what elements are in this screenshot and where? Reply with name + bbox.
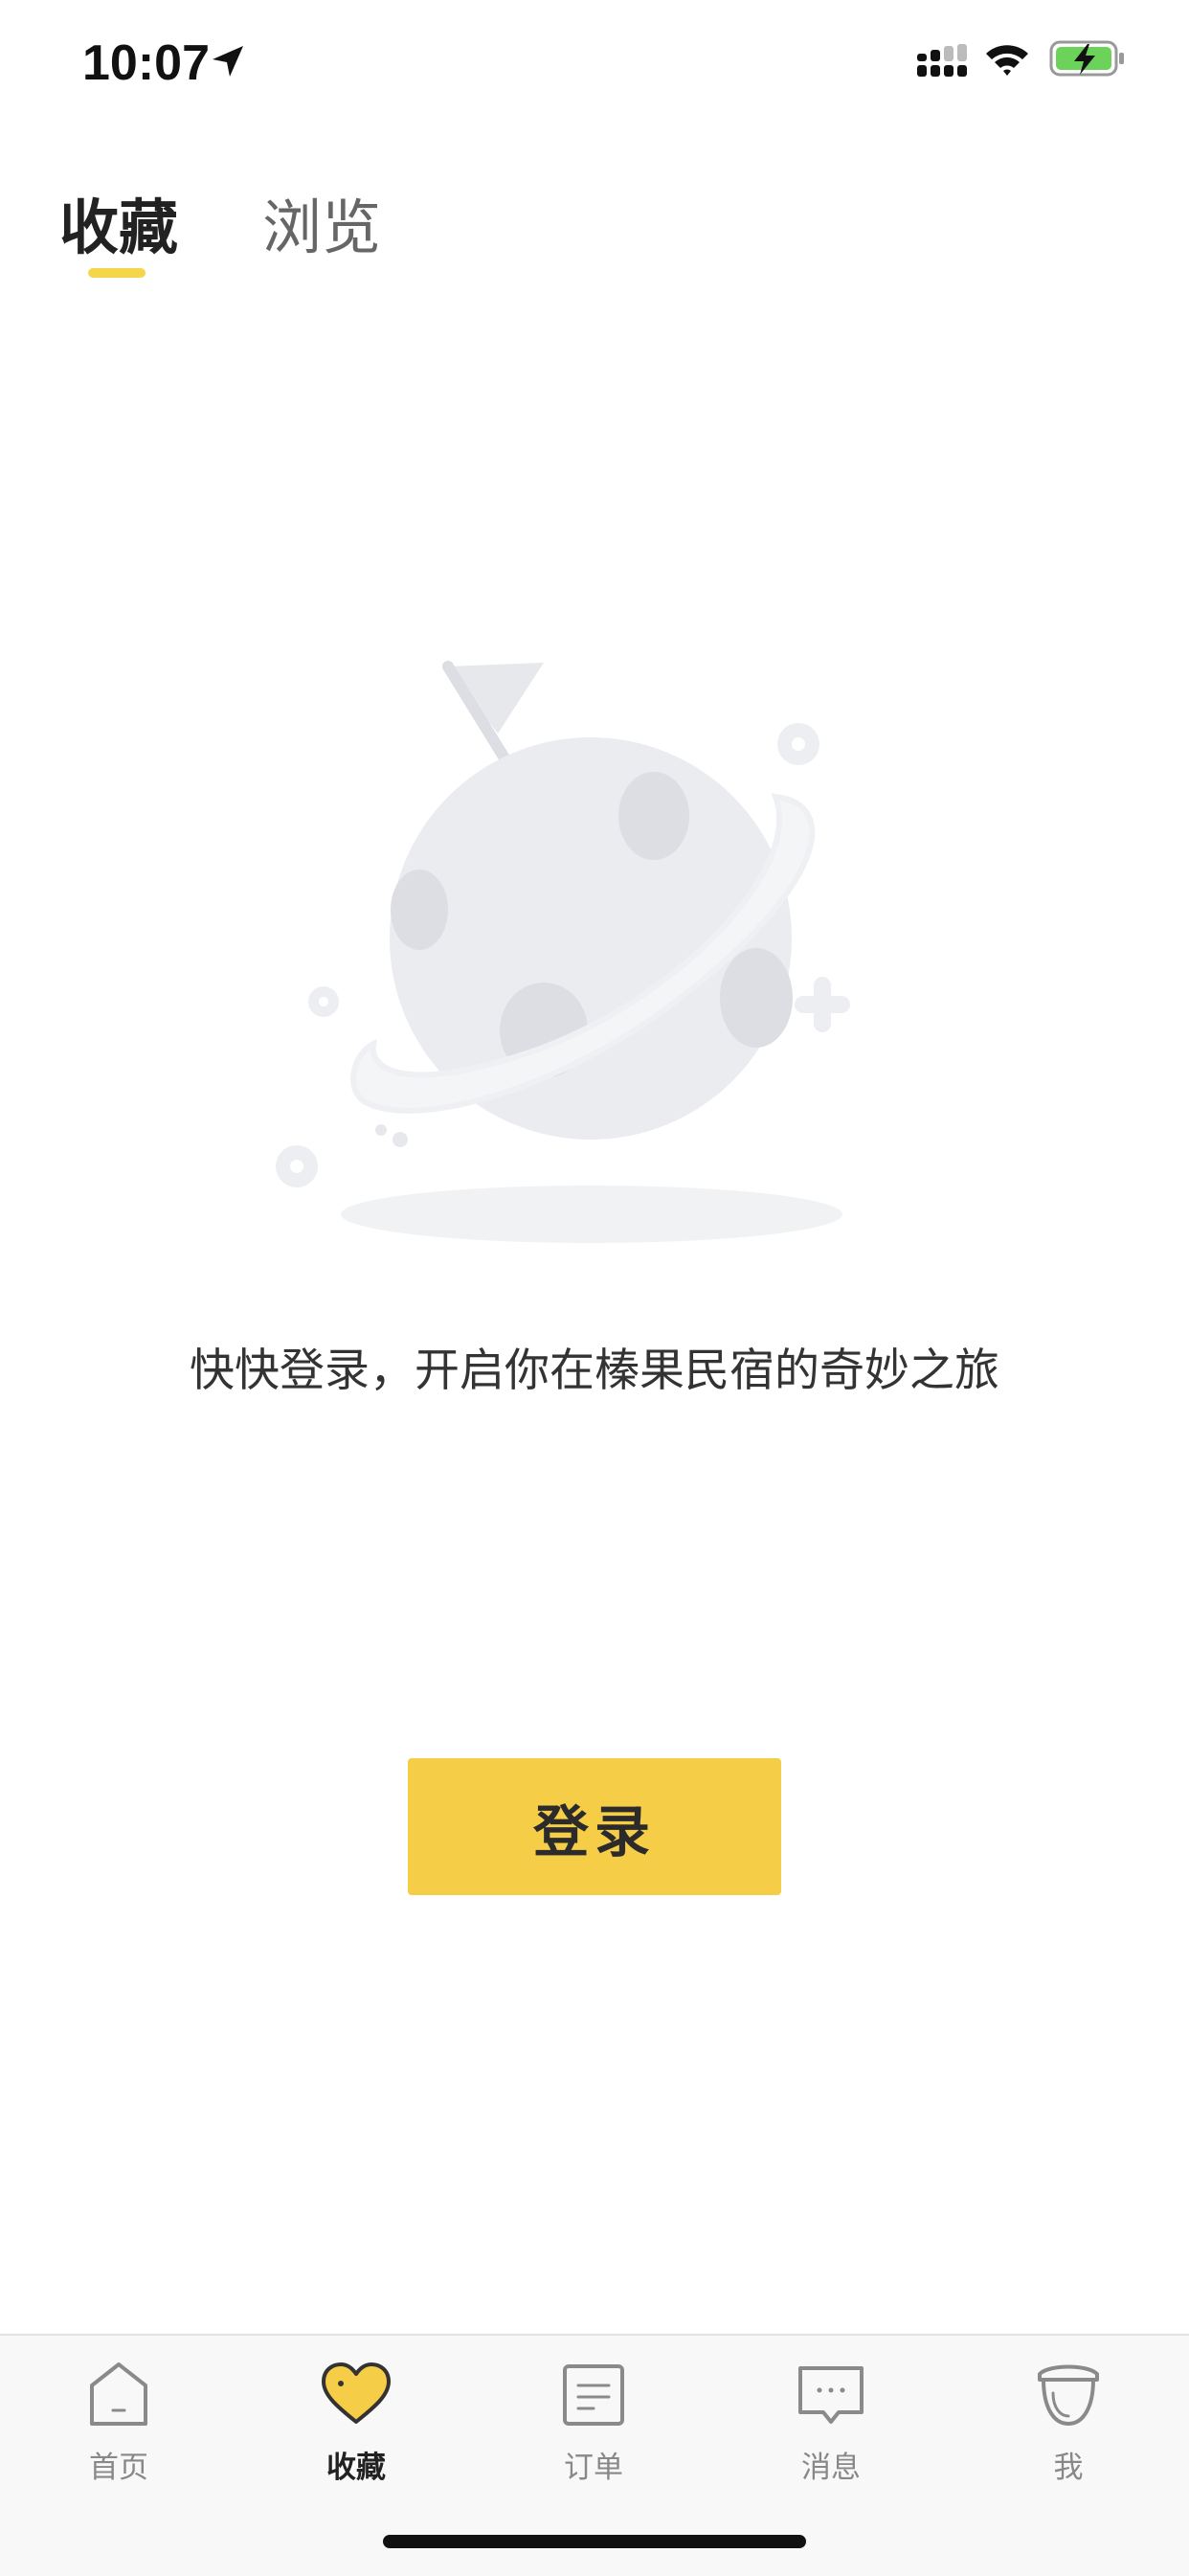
tab-browse-history[interactable]: 浏览 bbox=[262, 190, 381, 266]
tabbar-item-home[interactable]: 首页 bbox=[0, 2357, 237, 2510]
tabbar-label-home: 首页 bbox=[89, 2451, 148, 2485]
active-tab-indicator bbox=[88, 268, 146, 278]
wifi-icon bbox=[986, 45, 1028, 76]
location-arrow-icon bbox=[213, 46, 243, 77]
cellular-signal-icon bbox=[917, 44, 967, 77]
status-bar: 10:07 bbox=[0, 0, 1189, 126]
tabbar-item-messages[interactable]: 消息 bbox=[712, 2357, 950, 2510]
planet-illustration bbox=[276, 661, 850, 1243]
login-prompt-message: 快快登录，开启你在榛果民宿的奇妙之旅 bbox=[190, 1344, 999, 1397]
tabbar-label-profile: 我 bbox=[1053, 2451, 1084, 2485]
tabbar-item-favorites[interactable]: 收藏 bbox=[237, 2357, 475, 2510]
message-icon bbox=[798, 2366, 864, 2424]
tabbar-item-profile[interactable]: 我 bbox=[950, 2357, 1187, 2510]
tabbar-label-favorites: 收藏 bbox=[326, 2451, 386, 2485]
tabbar-label-messages: 消息 bbox=[801, 2451, 861, 2485]
tabbar-item-orders[interactable]: 订单 bbox=[475, 2357, 712, 2510]
heart-icon bbox=[322, 2362, 391, 2424]
battery-charging-icon bbox=[1049, 40, 1124, 77]
login-button[interactable]: 登录 bbox=[408, 1758, 781, 1895]
tab-favorites[interactable]: 收藏 bbox=[59, 190, 178, 266]
home-icon bbox=[90, 2362, 147, 2426]
status-time: 10:07 bbox=[82, 35, 210, 91]
profile-icon bbox=[1038, 2364, 1099, 2427]
order-icon bbox=[563, 2364, 624, 2426]
tabbar-label-orders: 订单 bbox=[564, 2451, 623, 2485]
home-indicator[interactable] bbox=[383, 2535, 806, 2548]
